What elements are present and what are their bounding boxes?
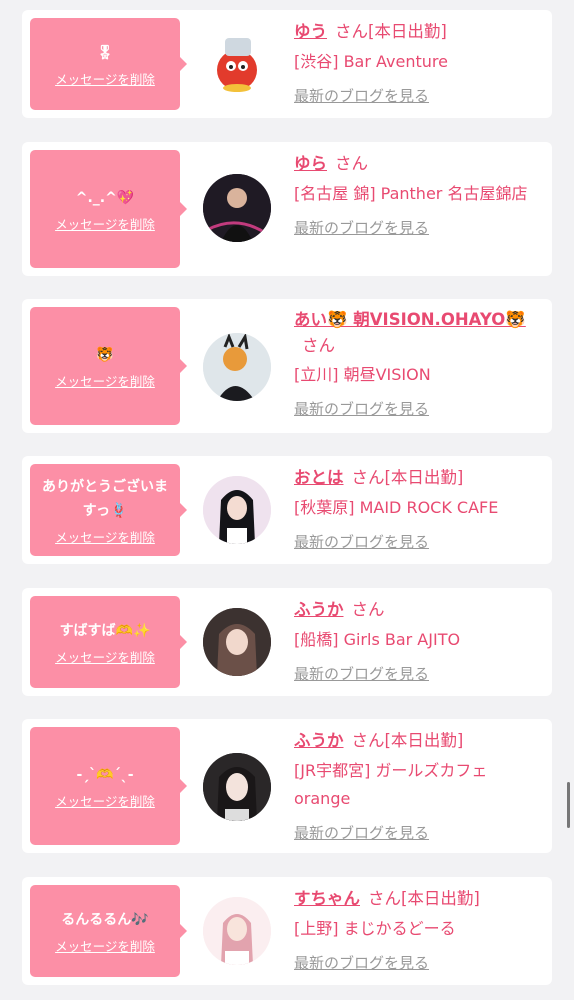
cast-name-link[interactable]: ゆら <box>294 154 327 173</box>
avatar[interactable] <box>203 476 271 544</box>
cast-info: ふうか さん [船橋] Girls Bar AJITO 最新のブログを見る <box>294 596 538 686</box>
cast-card: 🎖 メッセージを削除 ゆう さん[本日出勤] [渋谷] Bar Aventure … <box>22 10 552 118</box>
latest-blog-link[interactable]: 最新のブログを見る <box>294 951 538 975</box>
shop-label: [名古屋 錦] Panther 名古屋錦店 <box>294 184 528 203</box>
cast-name-link[interactable]: すちゃん <box>294 889 360 908</box>
avatar[interactable] <box>203 753 271 821</box>
avatar-photo <box>203 753 271 821</box>
shop-label: [秋葉原] MAID ROCK CAFE <box>294 498 499 517</box>
avatar-photo <box>203 476 271 544</box>
cast-card: ^._.^💖 メッセージを削除 ゆら さん [名古屋 錦] Panther 名古屋… <box>22 142 552 276</box>
avatar[interactable] <box>203 608 271 676</box>
cast-card: -ˏˋ🫶ˊˎ- メッセージを削除 ふうか さん[本日出勤] [JR宇都宮] ガール… <box>22 719 552 853</box>
cast-name-link[interactable]: ふうか <box>294 600 344 619</box>
message-text: 🐯 <box>96 346 114 363</box>
avatar-photo <box>203 897 271 965</box>
cast-info: ゆう さん[本日出勤] [渋谷] Bar Aventure 最新のブログを見る <box>294 18 538 108</box>
cast-name-link[interactable]: あい🐯 朝VISION.OHAYO🐯 <box>294 310 526 329</box>
cast-card: すばすば🫶✨ メッセージを削除 ふうか さん [船橋] Girls Bar AJI… <box>22 588 552 696</box>
avatar-photo <box>203 174 271 242</box>
cast-name-link[interactable]: ふうか <box>294 731 344 750</box>
shop-label: [上野] まじかるどーる <box>294 919 456 938</box>
shop-label: [船橋] Girls Bar AJITO <box>294 630 461 649</box>
cast-info: ゆら さん [名古屋 錦] Panther 名古屋錦店 最新のブログを見る <box>294 150 538 240</box>
message-bubble: 🐯 メッセージを削除 <box>30 307 187 425</box>
cast-name-link[interactable]: おとは <box>294 468 344 487</box>
message-text: ありがとうございますっ🪢 <box>42 478 168 519</box>
delete-message-link[interactable]: メッセージを削除 <box>55 647 155 666</box>
scrollbar-thumb[interactable] <box>567 782 570 828</box>
delete-message-link[interactable]: メッセージを削除 <box>55 527 155 546</box>
cast-info: すちゃん さん[本日出勤] [上野] まじかるどーる 最新のブログを見る <box>294 885 538 975</box>
delete-message-link[interactable]: メッセージを削除 <box>55 214 155 233</box>
delete-message-link[interactable]: メッセージを削除 <box>55 69 155 88</box>
cast-card: 🐯 メッセージを削除 あい🐯 朝VISION.OHAYO🐯 さん [立川] 朝昼V… <box>22 299 552 433</box>
shop-label: [立川] 朝昼VISION <box>294 365 431 384</box>
message-text: -ˏˋ🫶ˊˎ- <box>76 766 134 783</box>
message-bubble: ^._.^💖 メッセージを削除 <box>30 150 187 268</box>
latest-blog-link[interactable]: 最新のブログを見る <box>294 397 538 421</box>
message-bubble: るんるるん🎶 メッセージを削除 <box>30 885 187 977</box>
message-text: 🎖 <box>96 44 114 61</box>
honorific: さん <box>335 154 368 173</box>
avatar-illustration <box>217 38 257 92</box>
message-bubble: すばすば🫶✨ メッセージを削除 <box>30 596 187 688</box>
honorific: さん <box>335 22 368 41</box>
latest-blog-link[interactable]: 最新のブログを見る <box>294 821 538 845</box>
avatar-photo <box>203 608 271 676</box>
honorific: さん <box>351 731 385 750</box>
delete-message-link[interactable]: メッセージを削除 <box>55 936 155 955</box>
avatar[interactable] <box>203 333 271 401</box>
cast-info: あい🐯 朝VISION.OHAYO🐯 さん [立川] 朝昼VISION 最新のブロ… <box>294 307 538 421</box>
message-text: ^._.^💖 <box>75 189 135 206</box>
delete-message-link[interactable]: メッセージを削除 <box>55 791 155 810</box>
message-bubble: 🎖 メッセージを削除 <box>30 18 187 110</box>
work-status: [本日出勤] <box>384 468 464 487</box>
avatar[interactable] <box>203 174 271 242</box>
shop-label: [JR宇都宮] ガールズカフェorange <box>294 761 488 808</box>
shop-label: [渋谷] Bar Aventure <box>294 52 448 71</box>
cast-card: ありがとうございますっ🪢 メッセージを削除 おとは さん[本日出勤] [秋葉原] … <box>22 456 552 564</box>
message-text: るんるるん🎶 <box>61 911 149 928</box>
cast-info: おとは さん[本日出勤] [秋葉原] MAID ROCK CAFE 最新のブログを… <box>294 464 538 554</box>
latest-blog-link[interactable]: 最新のブログを見る <box>294 84 538 108</box>
avatar-photo <box>203 333 271 401</box>
avatar[interactable] <box>203 30 271 98</box>
work-status: [本日出勤] <box>401 889 480 908</box>
work-status: [本日出勤] <box>384 731 464 750</box>
message-bubble: ありがとうございますっ🪢 メッセージを削除 <box>30 464 187 556</box>
honorific: さん <box>302 336 335 355</box>
avatar[interactable] <box>203 897 271 965</box>
latest-blog-link[interactable]: 最新のブログを見る <box>294 216 538 240</box>
cast-name-link[interactable]: ゆう <box>294 22 327 41</box>
message-text: すばすば🫶✨ <box>59 622 151 639</box>
honorific: さん <box>351 468 385 487</box>
message-bubble: -ˏˋ🫶ˊˎ- メッセージを削除 <box>30 727 187 845</box>
honorific: さん <box>368 889 401 908</box>
honorific: さん <box>351 600 385 619</box>
cast-card: るんるるん🎶 メッセージを削除 すちゃん さん[本日出勤] [上野] まじかるどー… <box>22 877 552 985</box>
delete-message-link[interactable]: メッセージを削除 <box>55 371 155 390</box>
latest-blog-link[interactable]: 最新のブログを見る <box>294 530 538 554</box>
work-status: [本日出勤] <box>368 22 447 41</box>
latest-blog-link[interactable]: 最新のブログを見る <box>294 662 538 686</box>
cast-info: ふうか さん[本日出勤] [JR宇都宮] ガールズカフェorange 最新のブログ… <box>294 727 538 845</box>
